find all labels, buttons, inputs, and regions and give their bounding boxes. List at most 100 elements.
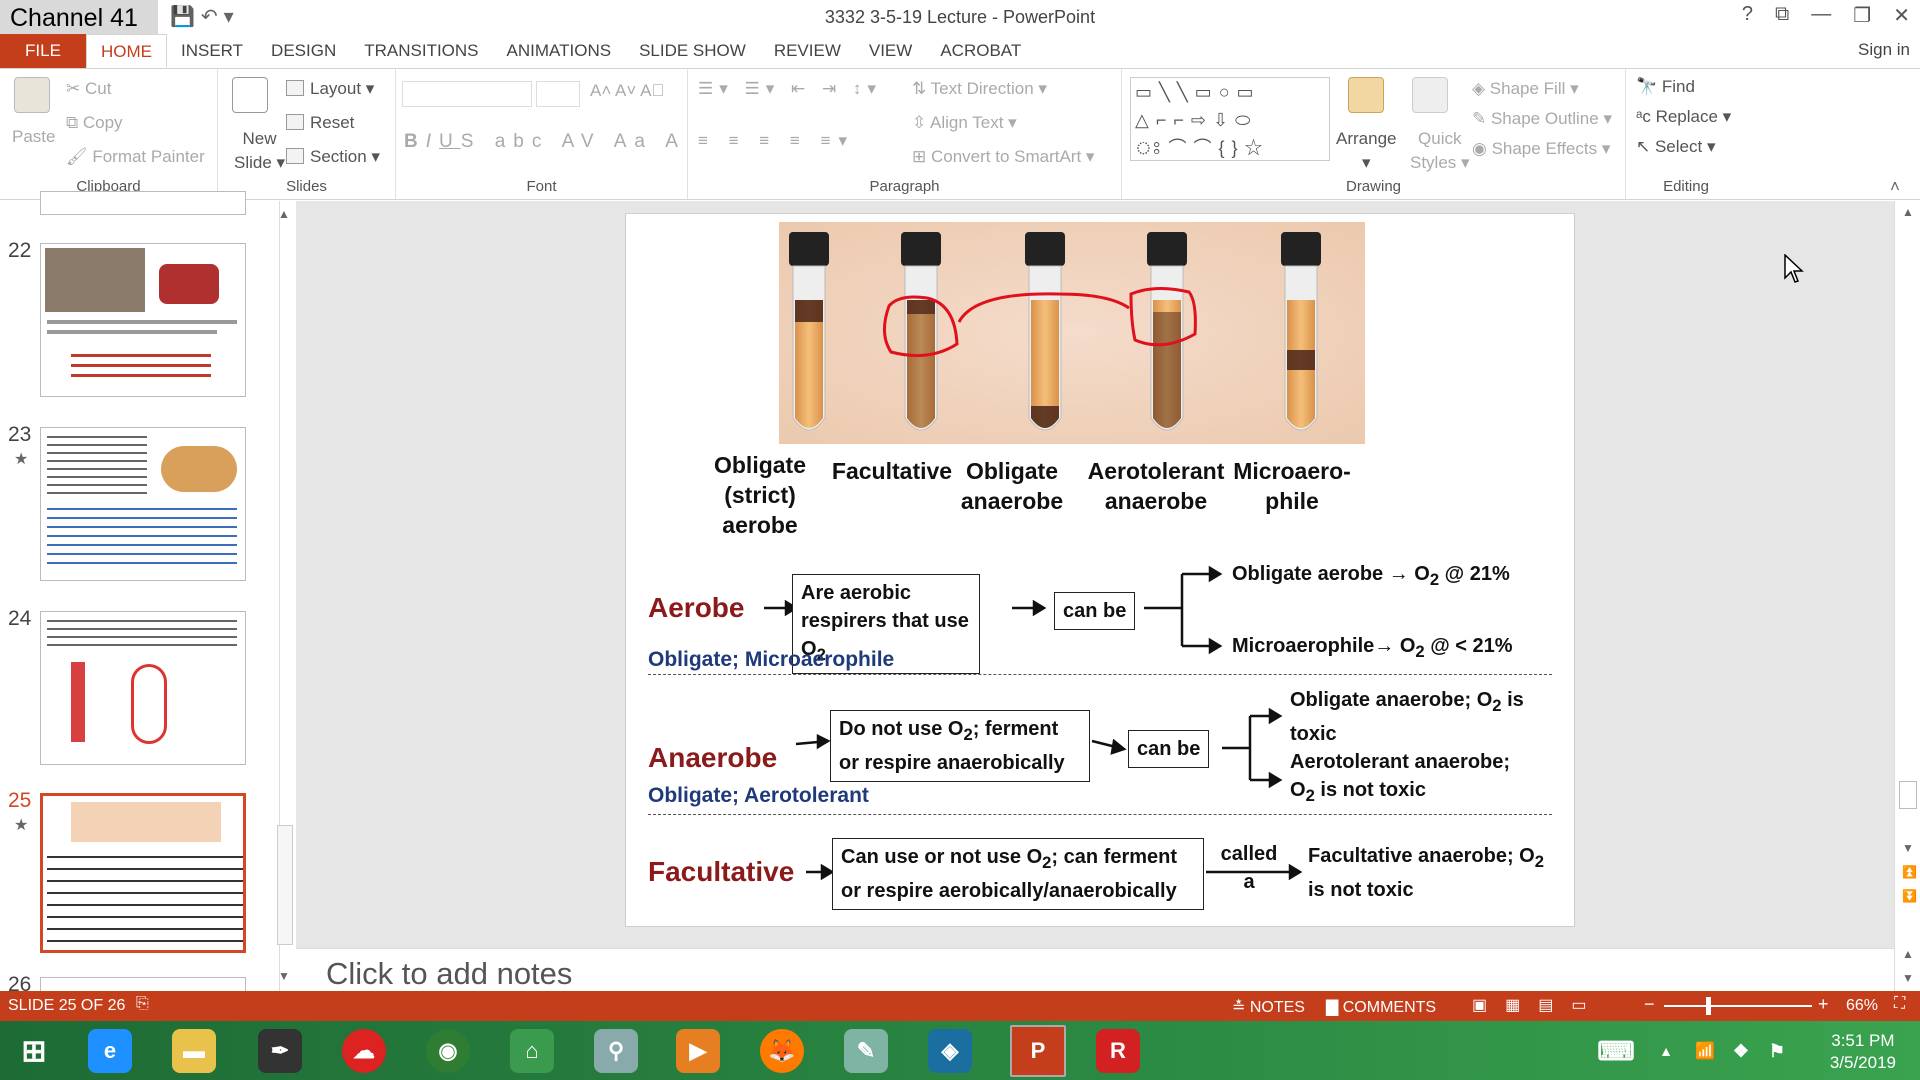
notes-scroll-up-icon[interactable]: ▲ xyxy=(1902,947,1914,961)
shape-outline-button[interactable]: ✎ Shape Outline ▾ xyxy=(1472,109,1612,129)
slide-counter: SLIDE 25 OF 26 xyxy=(8,997,126,1014)
paste-button[interactable]: Paste xyxy=(12,127,55,147)
zoom-slider[interactable] xyxy=(1664,1005,1812,1007)
cursor-icon: ↖ xyxy=(1636,137,1655,156)
pen-tool-icon[interactable]: ✒ xyxy=(258,1029,302,1073)
copy-button[interactable]: ⧉ Copy xyxy=(66,113,123,133)
signal-icon[interactable]: 📶 xyxy=(1690,1029,1720,1073)
cube-app-icon[interactable]: ◈ xyxy=(928,1029,972,1073)
slide-thumbnail-21[interactable] xyxy=(40,191,246,215)
layout-button[interactable]: Layout ▾ xyxy=(286,79,374,99)
zoom-in-button[interactable]: + xyxy=(1818,994,1829,1015)
close-icon[interactable]: ✕ xyxy=(1893,3,1910,28)
tab-insert[interactable]: INSERT xyxy=(167,34,257,68)
slide-canvas[interactable]: Obligate (strict) aerobe Facultative Obl… xyxy=(625,213,1575,927)
notes-toggle[interactable]: ≛ NOTES xyxy=(1232,997,1305,1017)
powerpoint-icon[interactable]: P xyxy=(1010,1025,1066,1077)
window-controls[interactable]: ? ⧉ — ❐ ✕ xyxy=(1742,3,1910,28)
shape-effects-button[interactable]: ◉ Shape Effects ▾ xyxy=(1472,139,1610,159)
view-buttons[interactable]: ▣▦▤▭ xyxy=(1472,995,1604,1015)
search-tool-icon[interactable]: ⚲ xyxy=(594,1029,638,1073)
scroll-thumb[interactable] xyxy=(277,825,293,945)
select-button[interactable]: ↖ Select ▾ xyxy=(1636,137,1715,157)
align-text-button[interactable]: ⇳ Align Text ▾ xyxy=(912,113,1017,133)
next-slide-icon[interactable]: ⏬ xyxy=(1902,889,1917,903)
spellcheck-icon[interactable]: ⎘ xyxy=(136,995,149,1013)
section-button[interactable]: Section ▾ xyxy=(286,147,380,167)
font-family-select[interactable] xyxy=(402,81,532,107)
home-icon[interactable]: ⌂ xyxy=(510,1029,554,1073)
find-button[interactable]: 🔭 Find xyxy=(1636,77,1695,97)
previous-slide-icon[interactable]: ⏫ xyxy=(1902,865,1917,879)
flag-icon[interactable]: ⚑ xyxy=(1762,1029,1792,1073)
scroll-down-icon[interactable]: ▼ xyxy=(278,969,290,983)
scroll-up-icon[interactable]: ▲ xyxy=(1902,205,1914,219)
shapes-gallery[interactable]: ▭╲╲▭○▭ △⌐⌐⇨⇩⬭ঃ⌒⌒{}☆ xyxy=(1130,77,1330,161)
scroll-down-icon[interactable]: ▼ xyxy=(1902,841,1914,855)
slide-thumbnail-25[interactable] xyxy=(40,793,246,953)
scroll-thumb[interactable] xyxy=(1899,781,1917,809)
list-buttons[interactable]: ☰▾ ☰▾ ⇤ ⇥ ↕▾ xyxy=(698,79,882,99)
notes-placeholder[interactable]: Click to add notes xyxy=(326,956,572,992)
tab-home[interactable]: HOME xyxy=(86,34,167,68)
ribbon-display-icon[interactable]: ⧉ xyxy=(1775,3,1789,28)
minimize-icon[interactable]: — xyxy=(1811,3,1831,28)
internet-explorer-icon[interactable]: e xyxy=(88,1029,132,1073)
convert-smartart-button[interactable]: ⊞ Convert to SmartArt ▾ xyxy=(912,147,1094,167)
cloud-app-icon[interactable]: ☁ xyxy=(342,1029,386,1073)
slide-number-22: 22 xyxy=(8,239,32,262)
chrome-icon[interactable]: ◉ xyxy=(426,1029,470,1073)
thumb-tube xyxy=(71,662,85,742)
help-icon[interactable]: ? xyxy=(1742,3,1753,28)
new-slide-icon xyxy=(232,77,268,113)
paint-bucket-icon: ◈ xyxy=(1472,79,1490,98)
r-app-icon[interactable]: R xyxy=(1096,1029,1140,1073)
media-player-icon[interactable]: ▶ xyxy=(676,1029,720,1073)
slide-scrollbar[interactable]: ▲ ▼ ⏫ ⏬ ▲ ▼ xyxy=(1894,201,1920,991)
fit-slide-icon[interactable]: ⛶ xyxy=(1894,995,1905,1013)
tab-view[interactable]: VIEW xyxy=(855,34,926,68)
font-format-buttons[interactable]: BIUS abc AV Aa A xyxy=(404,131,686,153)
align-buttons[interactable]: ≡ ≡ ≡ ≡ ≡▾ xyxy=(698,131,855,151)
zoom-level[interactable]: 66% xyxy=(1846,997,1878,1015)
dropbox-icon[interactable]: ❖ xyxy=(1726,1029,1756,1073)
thumbnail-scrollbar[interactable]: ▲ ▼ xyxy=(274,205,296,985)
zoom-slider-thumb[interactable] xyxy=(1706,997,1711,1015)
font-grow-shrink-buttons[interactable]: A˄ A˅ A⃠ xyxy=(590,81,664,101)
sign-in-link[interactable]: Sign in xyxy=(1858,40,1910,60)
tab-slide-show[interactable]: SLIDE SHOW xyxy=(625,34,760,68)
reset-button[interactable]: Reset xyxy=(286,113,354,133)
font-size-select[interactable] xyxy=(536,81,580,107)
tab-file[interactable]: FILE xyxy=(0,34,86,68)
comments-toggle[interactable]: ▇ COMMENTS xyxy=(1326,997,1436,1017)
collapse-ribbon-icon[interactable]: ˄ xyxy=(1890,177,1900,197)
slide-thumbnail-24[interactable] xyxy=(40,611,246,765)
tab-review[interactable]: REVIEW xyxy=(760,34,855,68)
windows-start-icon[interactable]: ⊞ xyxy=(12,1029,56,1073)
thumb-text-block xyxy=(47,620,237,650)
scroll-up-icon[interactable]: ▲ xyxy=(278,207,290,221)
tray-expand-icon[interactable]: ▲ xyxy=(1652,1029,1680,1073)
tab-design[interactable]: DESIGN xyxy=(257,34,350,68)
quick-styles-button[interactable]: Quick Styles ▾ xyxy=(1410,127,1470,175)
notes-app-icon[interactable]: ✎ xyxy=(844,1029,888,1073)
restore-icon[interactable]: ❐ xyxy=(1853,3,1871,28)
cut-button[interactable]: ✂ Cut xyxy=(66,79,111,99)
new-slide-button[interactable]: New Slide ▾ xyxy=(234,127,285,175)
zoom-out-button[interactable]: − xyxy=(1644,994,1655,1015)
slide-thumbnail-23[interactable] xyxy=(40,427,246,581)
replace-button[interactable]: ᵃc Replace ▾ xyxy=(1636,107,1731,127)
tab-transitions[interactable]: TRANSITIONS xyxy=(350,34,492,68)
keyboard-icon[interactable]: ⌨ xyxy=(1592,1029,1640,1073)
tab-animations[interactable]: ANIMATIONS xyxy=(493,34,626,68)
arrange-button[interactable]: Arrange ▾ xyxy=(1336,127,1396,175)
system-clock[interactable]: 3:51 PM 3/5/2019 xyxy=(1830,1030,1896,1074)
slide-thumbnail-22[interactable] xyxy=(40,243,246,397)
file-explorer-icon[interactable]: ▬ xyxy=(172,1029,216,1073)
notes-scroll-down-icon[interactable]: ▼ xyxy=(1902,971,1914,985)
firefox-icon[interactable]: 🦊 xyxy=(760,1029,804,1073)
shape-fill-button[interactable]: ◈ Shape Fill ▾ xyxy=(1472,79,1579,99)
format-painter-button[interactable]: 🖌 Format Painter xyxy=(66,147,205,167)
text-direction-button[interactable]: ⇅ Text Direction ▾ xyxy=(912,79,1047,99)
tab-acrobat[interactable]: ACROBAT xyxy=(926,34,1035,68)
